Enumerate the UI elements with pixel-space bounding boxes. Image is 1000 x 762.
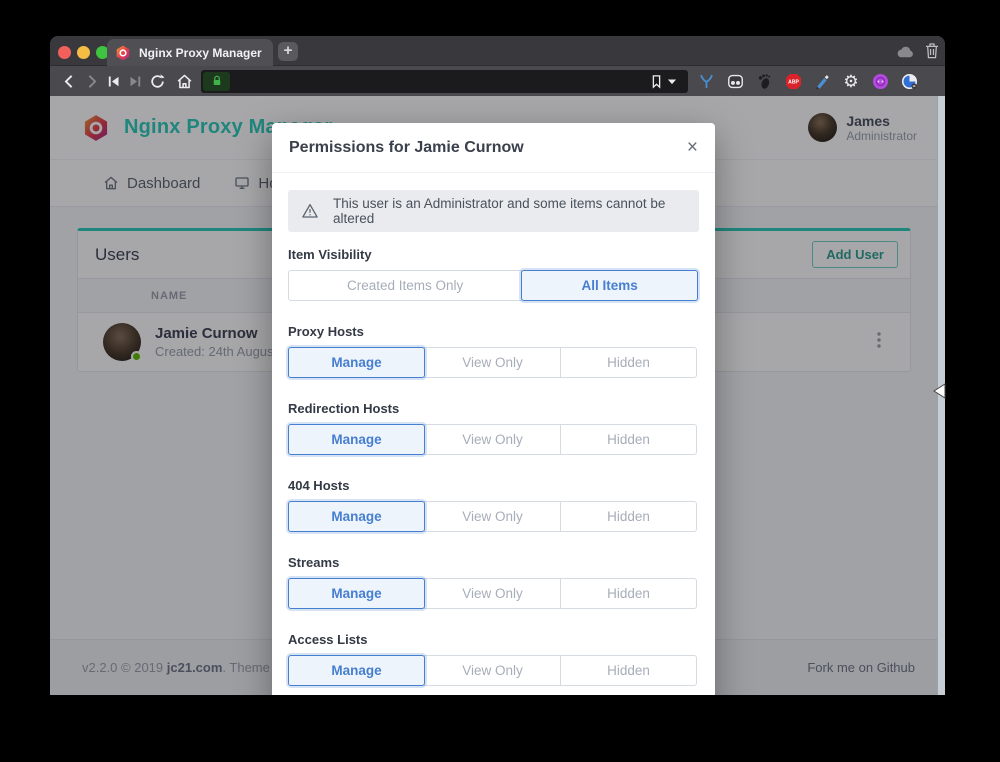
visibility-all-items-button[interactable]: All Items <box>521 270 698 301</box>
permission-section-label: Redirection Hosts <box>288 401 699 416</box>
modal-close-icon[interactable]: × <box>687 138 698 157</box>
view-only-button[interactable]: View Only <box>424 501 561 532</box>
permissions-modal: Permissions for Jamie Curnow × This user… <box>272 123 715 695</box>
permission-sections: Proxy Hosts Manage View Only Hidden Redi… <box>288 324 699 686</box>
permission-section-label: Access Lists <box>288 632 699 647</box>
sync-cloud-icon[interactable] <box>895 44 915 58</box>
manage-button[interactable]: Manage <box>288 578 425 609</box>
view-only-button[interactable]: View Only <box>424 424 561 455</box>
browser-tab-bar: Nginx Proxy Manager + <box>50 36 945 66</box>
reload-button[interactable] <box>146 70 168 92</box>
permission-section: Proxy Hosts Manage View Only Hidden <box>288 324 699 378</box>
manage-button[interactable]: Manage <box>288 501 425 532</box>
extension-purple-icon[interactable] <box>869 70 891 92</box>
browser-toolbar: ABP ⚙ <box>50 66 945 96</box>
extension-gnome-foot-icon[interactable] <box>753 70 775 92</box>
item-visibility-label: Item Visibility <box>288 247 699 262</box>
alert-text: This user is an Administrator and some i… <box>333 196 687 226</box>
bookmark-icon[interactable] <box>647 70 665 92</box>
mouse-cursor <box>933 383 946 404</box>
hidden-button[interactable]: Hidden <box>560 578 697 609</box>
hidden-button[interactable]: Hidden <box>560 501 697 532</box>
close-window-button[interactable] <box>58 46 71 59</box>
trash-icon[interactable] <box>924 42 940 60</box>
window-controls <box>58 46 109 59</box>
url-bar[interactable] <box>201 70 688 93</box>
permission-section-label: Streams <box>288 555 699 570</box>
https-lock-icon[interactable] <box>203 72 230 91</box>
view-only-button[interactable]: View Only <box>424 347 561 378</box>
home-button[interactable] <box>173 70 195 92</box>
hidden-button[interactable]: Hidden <box>560 424 697 455</box>
manage-button[interactable]: Manage <box>288 347 425 378</box>
extension-gear-icon[interactable]: ⚙ <box>840 70 862 92</box>
permission-section: Streams Manage View Only Hidden <box>288 555 699 609</box>
modal-title: Permissions for Jamie Curnow <box>289 139 524 157</box>
tab-title: Nginx Proxy Manager <box>139 46 262 60</box>
skip-start-button[interactable] <box>102 70 124 92</box>
manage-button[interactable]: Manage <box>288 424 425 455</box>
view-only-button[interactable]: View Only <box>424 655 561 686</box>
extension-blue-circle-icon[interactable] <box>898 70 920 92</box>
item-visibility-group: Created Items Only All Items <box>288 270 699 301</box>
permission-section: 404 Hosts Manage View Only Hidden <box>288 478 699 532</box>
forward-button[interactable] <box>80 70 102 92</box>
extension-mask-icon[interactable] <box>724 70 746 92</box>
browser-tab[interactable]: Nginx Proxy Manager <box>107 39 273 66</box>
visibility-created-items-only-button[interactable]: Created Items Only <box>288 270 522 301</box>
svg-text:ABP: ABP <box>788 79 799 85</box>
permission-section-label: 404 Hosts <box>288 478 699 493</box>
npm-favicon-icon <box>115 45 131 61</box>
permission-section: Access Lists Manage View Only Hidden <box>288 632 699 686</box>
new-tab-button[interactable]: + <box>278 42 298 61</box>
extension-adblock-plus-icon[interactable]: ABP <box>782 70 804 92</box>
bookmark-caret-icon[interactable] <box>665 70 679 92</box>
permission-section: Redirection Hosts Manage View Only Hidde… <box>288 401 699 455</box>
browser-window: Nginx Proxy Manager + <box>50 36 945 695</box>
skip-end-button[interactable] <box>124 70 146 92</box>
extension-blue-fork-icon[interactable] <box>695 70 717 92</box>
permission-section-label: Proxy Hosts <box>288 324 699 339</box>
manage-button[interactable]: Manage <box>288 655 425 686</box>
page-viewport: Nginx Proxy Manager James Administrator … <box>50 96 945 695</box>
back-button[interactable] <box>58 70 80 92</box>
warning-icon <box>301 202 319 220</box>
view-only-button[interactable]: View Only <box>424 578 561 609</box>
minimize-window-button[interactable] <box>77 46 90 59</box>
admin-warning-alert: This user is an Administrator and some i… <box>288 190 699 232</box>
hidden-button[interactable]: Hidden <box>560 655 697 686</box>
extension-pen-icon[interactable] <box>811 70 833 92</box>
hidden-button[interactable]: Hidden <box>560 347 697 378</box>
